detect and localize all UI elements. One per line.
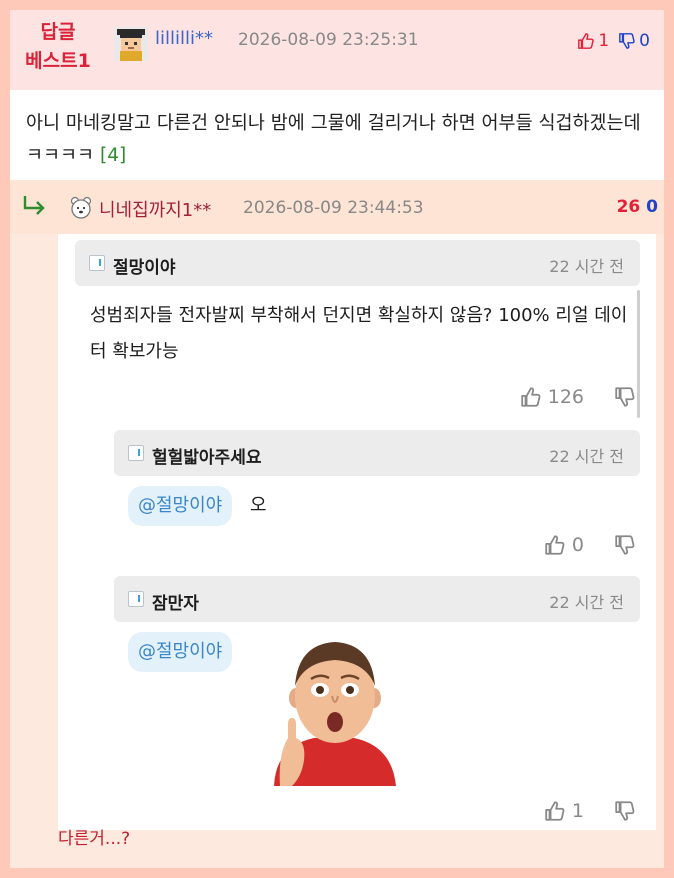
best-badge-line1: 답글 [40,21,76,43]
mention-tag[interactable]: @절망이야 [128,632,233,672]
reply-count-link[interactable]: [4] [100,145,126,166]
comment-time: 22 시간 전 [549,593,624,612]
thumbs-up-icon[interactable] [577,32,595,50]
reply-datetime: 2026-08-09 23:44:53 [243,198,424,218]
thumbs-down-icon[interactable] [618,32,636,50]
best-down-count: 0 [639,31,650,51]
pixel-avatar-icon[interactable] [114,27,148,61]
thumbs-down-icon[interactable] [614,534,636,556]
mention-tag[interactable]: @절망이야 [128,486,233,526]
commenter-name[interactable]: 절망이야 [113,253,176,278]
comment-text: 오 [249,495,267,516]
best-badge-line2: 베스트1 [25,50,91,72]
reply-comment-text: 다른거...? [58,829,131,849]
reply-down-count[interactable]: 0 [646,197,658,217]
document-icon [89,255,105,271]
comment-frame: 답글 베스트1 lillilli** 2026-08-09 23:25:31 1… [10,10,664,868]
comment-time: 22 시간 전 [549,257,624,276]
best-comment-text: 아니 마네킹말고 다른건 안되나 밤에 그물에 걸리거나 하면 어부들 식겁하겠… [26,108,650,172]
document-icon [128,591,144,607]
comment-text-row: @절망이야 오 [128,486,267,526]
embedded-comments-panel: 절망이야 22 시간 전 성범죄자들 전자발찌 부착해서 던지면 확실하지 않음… [58,234,656,830]
document-icon [128,445,144,461]
best-votes: 1 0 [577,31,650,51]
comment-header: 잠만자 22 시간 전 [114,576,640,622]
comment-likes: 1 [544,800,636,822]
comment-mention-row: @절망이야 [128,632,233,672]
best-username[interactable]: lillilli** [155,28,213,49]
reply-votes: 26 0 [617,197,658,217]
reply-up-count[interactable]: 26 [617,197,641,217]
best-comment-header: 답글 베스트1 lillilli** 2026-08-09 23:25:31 1… [10,10,664,90]
bear-avatar-icon[interactable] [68,194,94,220]
best-comment-body: 아니 마네킹말고 다른건 안되나 밤에 그물에 걸리거나 하면 어부들 식겁하겠… [10,90,664,180]
comment-header: 헐헐밟아주세요 22 시간 전 [114,430,640,476]
like-count: 0 [571,534,584,556]
reply-header: 니네집까지1** 2026-08-09 23:44:53 26 0 [10,180,664,234]
comment-likes: 126 [520,386,636,408]
surprised-kid-pointing-up-icon [274,642,396,786]
commenter-name[interactable]: 헐헐밟아주세요 [152,443,261,468]
thumbs-up-icon[interactable] [544,800,566,822]
comment-header: 절망이야 22 시간 전 [75,240,640,286]
thumbs-up-icon[interactable] [520,386,542,408]
scrollbar[interactable] [637,290,640,418]
comment-time: 22 시간 전 [549,447,624,466]
reply-arrow-icon [23,196,45,215]
like-count: 126 [547,386,584,408]
comment-text: 성범죄자들 전자발찌 부착해서 던지면 확실하지 않음? 100% 리얼 데이터… [90,305,628,362]
best-up-count: 1 [598,31,610,51]
reply-username[interactable]: 니네집까지1** [99,196,211,222]
thumbs-down-icon[interactable] [614,800,636,822]
like-count: 1 [571,800,584,822]
thumbs-up-icon[interactable] [544,534,566,556]
best-badge: 답글 베스트1 [16,18,100,76]
commenter-name[interactable]: 잠만자 [152,589,199,614]
thumbs-down-icon[interactable] [614,386,636,408]
best-datetime: 2026-08-09 23:25:31 [238,30,419,50]
comment-likes: 0 [544,534,636,556]
